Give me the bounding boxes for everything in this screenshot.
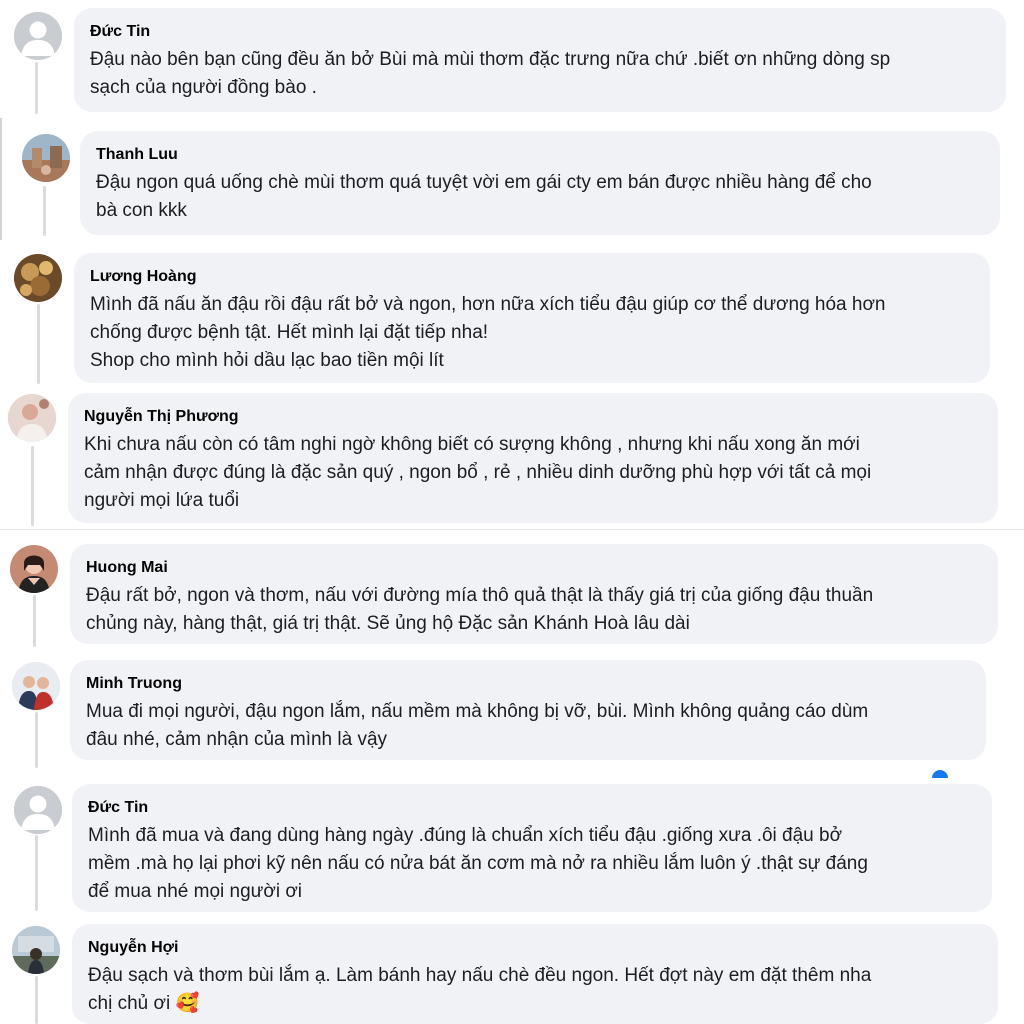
smiling-face-with-hearts-emoji: 🥰: [175, 993, 200, 1014]
avatar[interactable]: [14, 254, 62, 302]
profile-photo-icon: [14, 254, 62, 302]
comment-text: Đậu ngon quá uống chè mùi thơm quá tuyệt…: [96, 172, 872, 221]
selection-marker: [0, 118, 2, 240]
thread-line: [35, 835, 38, 911]
default-profile-icon: [14, 786, 62, 834]
profile-photo-icon: [8, 394, 56, 442]
comment-author[interactable]: Thanh Luu: [96, 145, 984, 165]
profile-photo-icon: [12, 926, 60, 974]
avatar[interactable]: [14, 786, 62, 834]
comment-author[interactable]: Đức Tin: [88, 798, 976, 818]
comment-text: Đậu rất bở, ngon và thơm, nấu với đường …: [86, 585, 874, 634]
comment-author[interactable]: Minh Truong: [86, 674, 970, 694]
divider: [0, 529, 1024, 530]
thread-line: [43, 186, 46, 236]
comment-author[interactable]: Đức Tin: [90, 22, 990, 42]
comment-author[interactable]: Nguyễn Hợi: [88, 938, 982, 958]
avatar[interactable]: [12, 926, 60, 974]
avatar[interactable]: [12, 662, 60, 710]
comment-author[interactable]: Huong Mai: [86, 558, 982, 578]
avatar[interactable]: [8, 394, 56, 442]
avatar[interactable]: [22, 134, 70, 182]
comment-bubble: Đức Tin Đậu nào bên bạn cũng đều ăn bở B…: [74, 8, 1006, 112]
thread-line: [33, 595, 36, 647]
avatar[interactable]: [14, 12, 62, 60]
comment-bubble: Lương Hoàng Mình đã nấu ăn đậu rồi đậu r…: [74, 253, 990, 383]
profile-photo-icon: [10, 545, 58, 593]
comment-bubble: Minh Truong Mua đi mọi người, đậu ngon l…: [70, 660, 986, 760]
thread-line: [37, 304, 40, 384]
comment-text: Mình đã nấu ăn đậu rồi đậu rất bở và ngo…: [90, 294, 886, 371]
comment-text: Mình đã mua và đang dùng hàng ngày .đúng…: [88, 825, 868, 902]
avatar[interactable]: [10, 545, 58, 593]
thread-line: [35, 62, 38, 114]
comment-bubble: Nguyễn Hợi Đậu sạch và thơm bùi lắm ạ. L…: [72, 924, 998, 1024]
comment-bubble: Thanh Luu Đậu ngon quá uống chè mùi thơm…: [80, 131, 1000, 235]
thread-line: [35, 976, 38, 1024]
comment-text: Khi chưa nấu còn có tâm nghi ngờ không b…: [84, 434, 872, 511]
comment-bubble: Đức Tin Mình đã mua và đang dùng hàng ng…: [72, 784, 992, 912]
profile-photo-icon: [12, 662, 60, 710]
thread-line: [31, 446, 34, 526]
comment-text: Đậu nào bên bạn cũng đều ăn bở Bùi mà mù…: [90, 49, 891, 98]
comment-text-body: Đậu sạch và thơm bùi lắm ạ. Làm bánh hay…: [88, 965, 872, 1014]
comment-bubble: Huong Mai Đậu rất bở, ngon và thơm, nấu …: [70, 544, 998, 644]
profile-photo-icon: [22, 134, 70, 182]
comment-text: Đậu sạch và thơm bùi lắm ạ. Làm bánh hay…: [88, 962, 982, 1018]
comment-author[interactable]: Lương Hoàng: [90, 267, 974, 287]
comment-text: Mua đi mọi người, đậu ngon lắm, nấu mềm …: [86, 701, 869, 750]
like-reaction-icon: [932, 770, 948, 778]
thread-line: [35, 712, 38, 768]
default-profile-icon: [14, 12, 62, 60]
comment-bubble: Nguyễn Thị Phương Khi chưa nấu còn có tâ…: [68, 393, 998, 523]
comment-author[interactable]: Nguyễn Thị Phương: [84, 407, 982, 427]
